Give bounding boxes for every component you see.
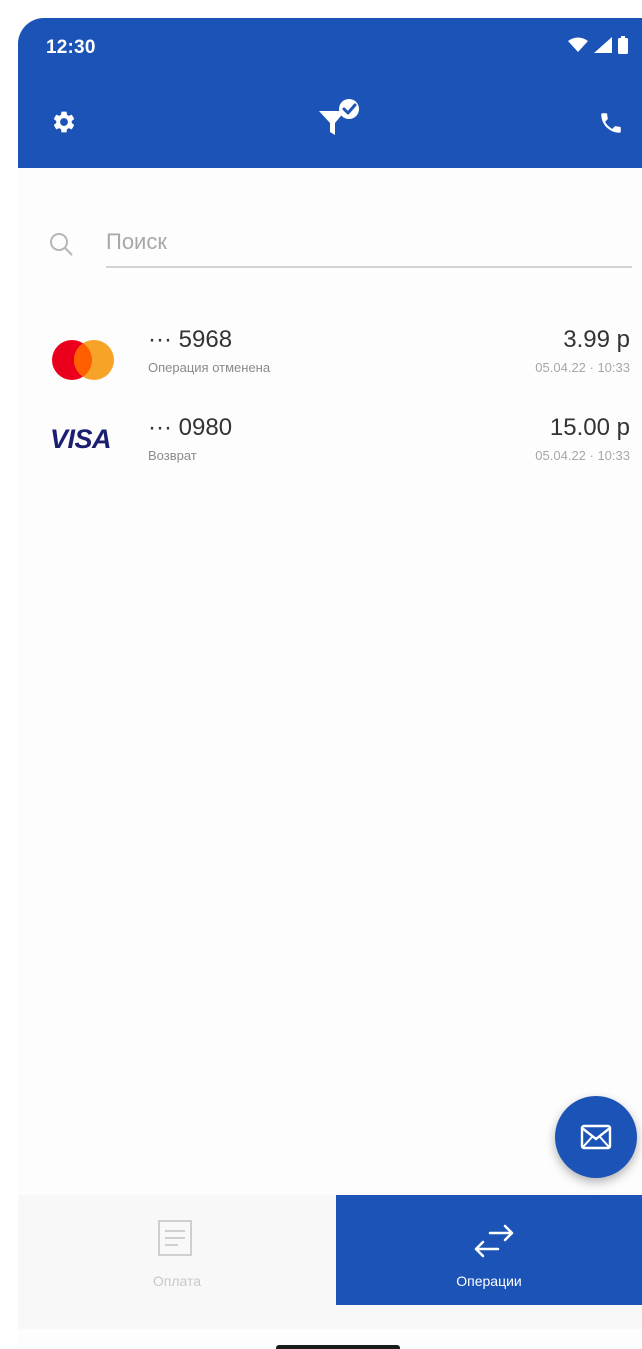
nav-item-operations[interactable]: Операции — [336, 1195, 642, 1305]
nav-label: Оплата — [152, 1273, 202, 1289]
transaction-amount: 15.00 р — [549, 414, 630, 441]
transaction-row[interactable]: VISA ··· 0980 Возврат 15.00 р 05.04.22 ·… — [18, 414, 642, 498]
search-bar[interactable]: Поиск — [48, 223, 632, 268]
card-number: ··· 5968 — [148, 326, 233, 353]
mastercard-logo-icon — [52, 340, 114, 380]
filter-check-icon[interactable] — [314, 96, 366, 140]
app-screen: 12:30 Поиск ··· 5968 Операция отменена 3… — [18, 18, 642, 1349]
transaction-datetime: 05.04.22 · 10:33 — [535, 448, 630, 463]
card-number: ··· 0980 — [148, 414, 233, 441]
search-icon — [50, 233, 73, 256]
home-indicator — [276, 1345, 400, 1349]
transaction-amount: 3.99 р — [563, 326, 630, 353]
swap-arrows-icon — [474, 1224, 514, 1258]
bottom-nav: Оплата Операции — [18, 1195, 642, 1329]
search-underline — [106, 266, 632, 268]
app-bar: 12:30 — [18, 18, 642, 168]
mail-icon — [580, 1124, 612, 1150]
wifi-icon — [568, 37, 588, 52]
status-time: 12:30 — [46, 37, 96, 58]
visa-logo-icon: VISA — [50, 424, 112, 454]
search-input[interactable]: Поиск — [106, 229, 167, 255]
signal-icon — [594, 37, 612, 53]
battery-icon — [618, 36, 628, 54]
transaction-datetime: 05.04.22 · 10:33 — [535, 360, 630, 375]
transaction-status: Возврат — [148, 448, 197, 463]
phone-icon[interactable] — [596, 108, 626, 138]
nav-label: Операции — [456, 1273, 522, 1289]
status-icons — [568, 36, 628, 54]
mail-fab-button[interactable] — [555, 1096, 637, 1178]
receipt-icon — [158, 1220, 192, 1256]
transaction-status: Операция отменена — [148, 360, 271, 375]
gear-icon[interactable] — [48, 106, 80, 138]
nav-item-payment[interactable]: Оплата — [18, 1195, 336, 1305]
transaction-row[interactable]: ··· 5968 Операция отменена 3.99 р 05.04.… — [18, 326, 642, 410]
